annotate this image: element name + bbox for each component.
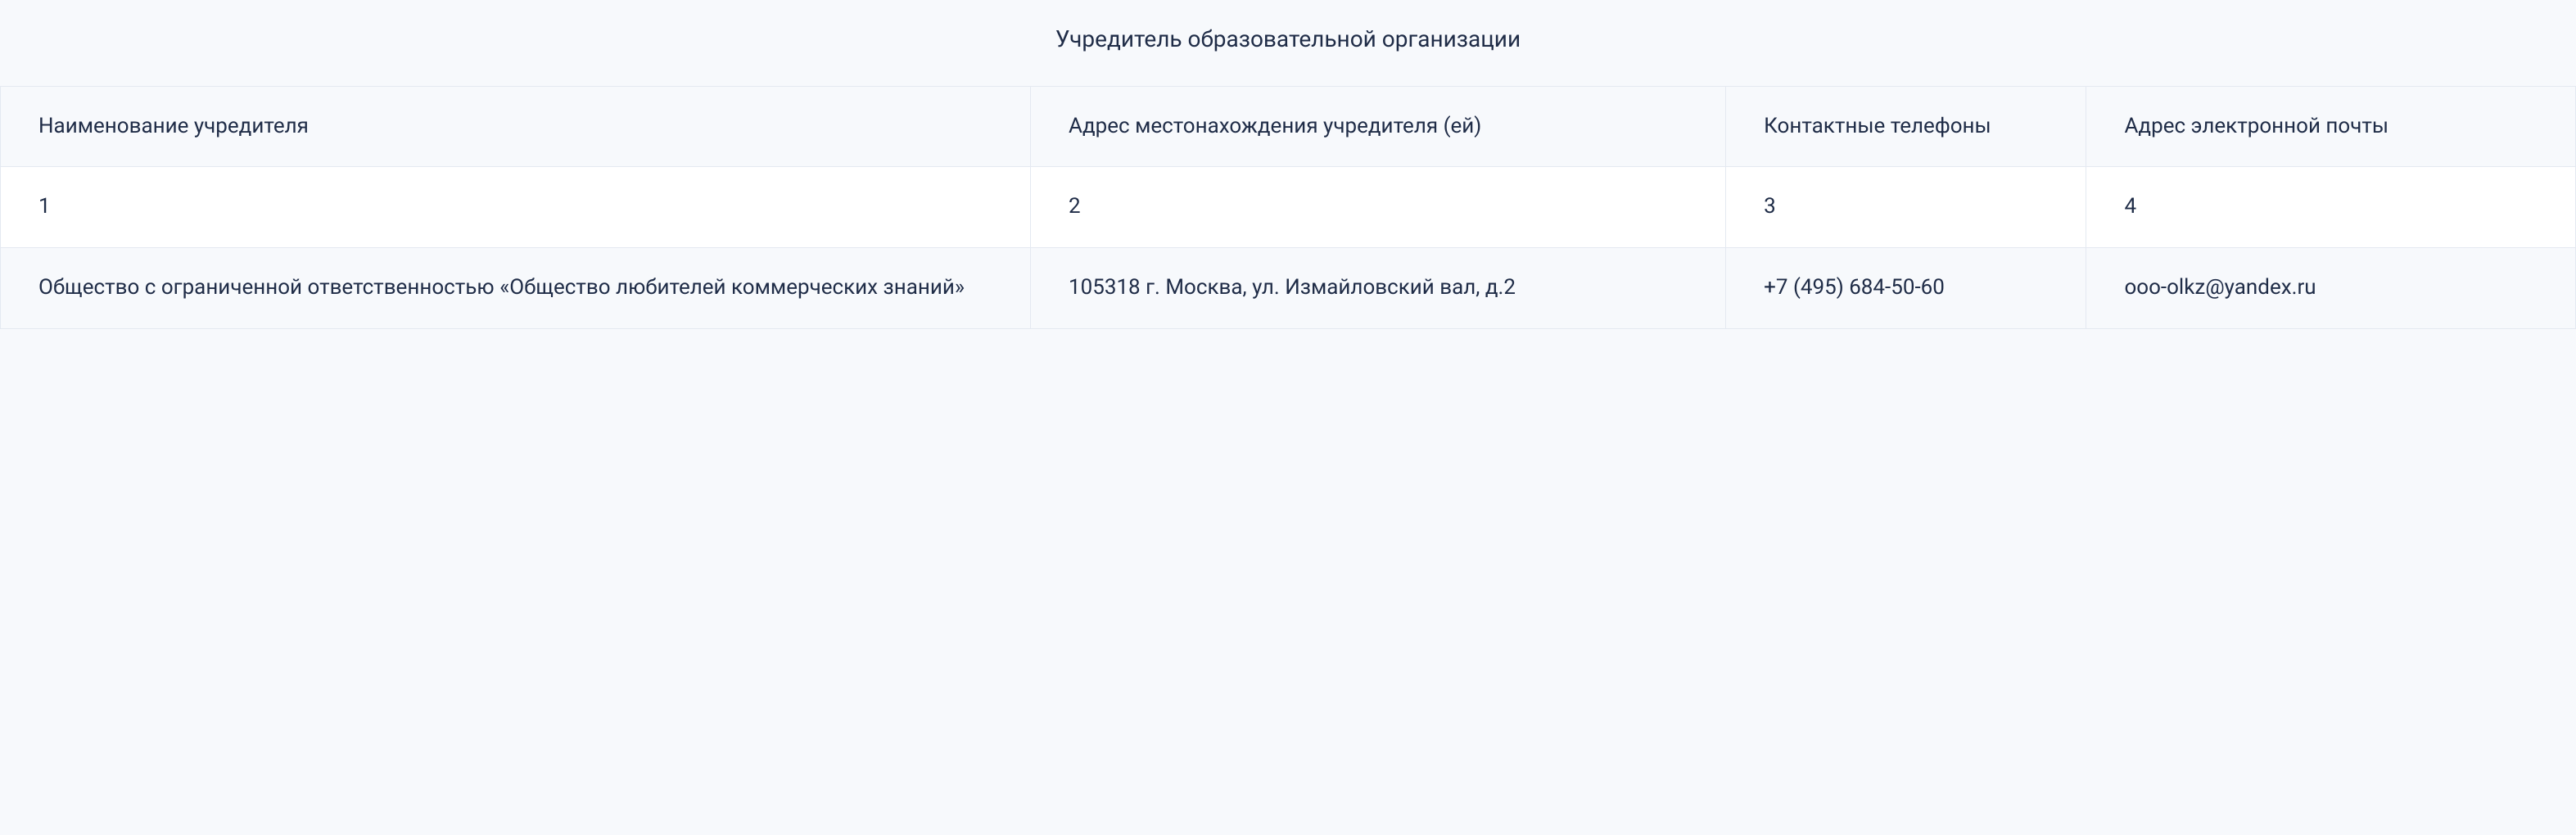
table-caption: Учредитель образовательной организации [0, 0, 2576, 86]
header-phone: Контактные телефоны [1726, 86, 2086, 167]
header-name: Наименование учредителя [1, 86, 1031, 167]
colnum-4: 4 [2086, 167, 2576, 248]
table-row: Общество с ограниченной ответственностью… [1, 247, 2576, 328]
colnum-2: 2 [1031, 167, 1726, 248]
table-number-row: 1 2 3 4 [1, 167, 2576, 248]
header-address: Адрес местонахождения учредителя (ей) [1031, 86, 1726, 167]
founder-table: Учредитель образовательной организации Н… [0, 0, 2576, 329]
cell-name: Общество с ограниченной ответственностью… [1, 247, 1031, 328]
colnum-3: 3 [1726, 167, 2086, 248]
table-header-row: Наименование учредителя Адрес местонахож… [1, 86, 2576, 167]
cell-phone: +7 (495) 684-50-60 [1726, 247, 2086, 328]
cell-address: 105318 г. Москва, ул. Измайловский вал, … [1031, 247, 1726, 328]
cell-email: ooo-olkz@yandex.ru [2086, 247, 2576, 328]
header-email: Адрес электронной почты [2086, 86, 2576, 167]
colnum-1: 1 [1, 167, 1031, 248]
